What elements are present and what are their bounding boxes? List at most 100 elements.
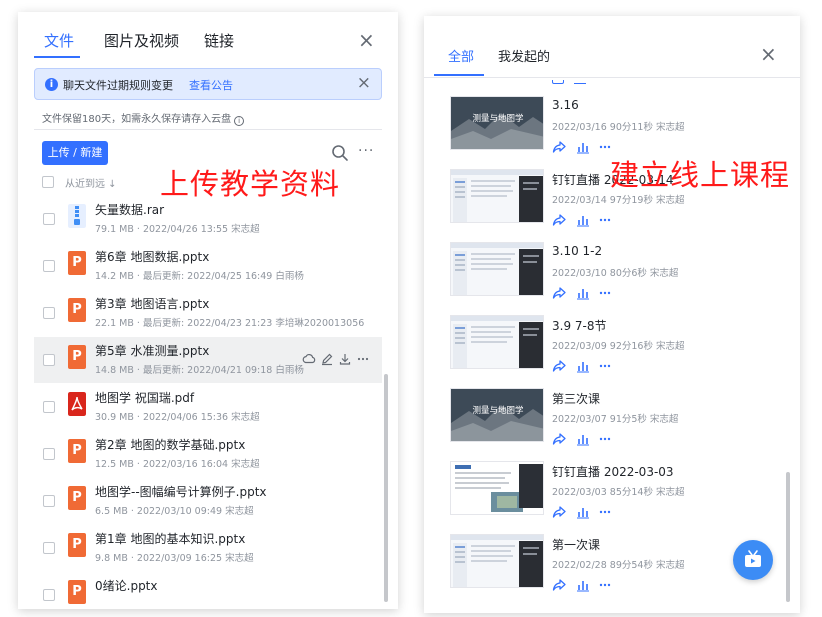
statistics-icon[interactable] — [576, 359, 590, 373]
file-checkbox[interactable] — [43, 260, 55, 272]
expiry-notice-banner: i 聊天文件过期规则变更 查看公告 × — [34, 68, 382, 100]
recording-title[interactable]: 第一次课 — [552, 536, 600, 553]
statistics-icon[interactable] — [576, 213, 590, 227]
file-checkbox[interactable] — [43, 354, 55, 366]
recording-thumbnail[interactable] — [450, 169, 544, 223]
scrollbar[interactable] — [384, 374, 388, 602]
recording-row[interactable]: 第一次课 2022/02/28 89分54秒 宋志超 — [450, 534, 780, 604]
recording-thumbnail[interactable] — [450, 534, 544, 588]
file-row[interactable]: P 第2章 地图的数学基础.pptx 12.5 MB · 2022/03/16 16… — [34, 431, 382, 477]
pptx-file-icon: P — [68, 439, 86, 463]
more-options-icon[interactable] — [598, 213, 612, 227]
scrollbar[interactable] — [786, 472, 790, 602]
recording-row[interactable]: 3.10 1-2 2022/03/10 80分6秒 宋志超 — [450, 242, 780, 312]
file-row[interactable]: P 地图学--图幅编号计算例子.pptx 6.5 MB · 2022/03/10 0… — [34, 478, 382, 524]
recording-meta: 2022/03/16 90分11秒 宋志超 — [552, 122, 685, 133]
view-announcement-link[interactable]: 查看公告 — [189, 77, 233, 93]
file-checkbox[interactable] — [43, 542, 55, 554]
recording-row[interactable]: 3.9 7-8节 2022/03/09 92分16秒 宋志超 — [450, 315, 780, 385]
video-thumbnail-screen — [451, 170, 543, 222]
more-options-icon[interactable] — [598, 359, 612, 373]
active-tab-underline — [434, 74, 484, 76]
recording-thumbnail[interactable] — [450, 315, 544, 369]
recording-thumbnail[interactable]: 测量与地图学 — [450, 388, 544, 442]
file-checkbox[interactable] — [43, 495, 55, 507]
statistics-icon[interactable] — [576, 578, 590, 592]
video-thumbnail-document — [451, 462, 543, 514]
save-to-cloud-icon[interactable] — [302, 352, 316, 366]
select-all-checkbox[interactable] — [42, 176, 54, 188]
overlay-caption-course: 建立线上课程 — [610, 158, 791, 192]
file-name[interactable]: 地图学 祝国瑞.pdf — [95, 389, 194, 406]
file-checkbox[interactable] — [43, 589, 55, 601]
share-icon[interactable] — [552, 578, 566, 592]
tab-all[interactable]: 全部 — [448, 46, 474, 65]
recording-panel: 全部 我发起的 × 测量与地图学 3.16 2022/03/16 90分11秒 宋志… — [424, 16, 800, 613]
more-options-icon[interactable] — [598, 505, 612, 519]
more-options-icon[interactable] — [598, 432, 612, 446]
recording-thumbnail[interactable] — [450, 242, 544, 296]
file-name[interactable]: 第1章 地图的基本知识.pptx — [95, 530, 245, 547]
tab-files[interactable]: 文件 — [44, 30, 74, 51]
more-options-icon[interactable] — [356, 352, 370, 366]
sort-order-toggle[interactable]: 从近到远 ↓ — [65, 175, 117, 190]
statistics-icon[interactable] — [576, 432, 590, 446]
recording-title[interactable]: 第三次课 — [552, 390, 600, 407]
more-options-icon[interactable] — [598, 578, 612, 592]
file-name[interactable]: 第2章 地图的数学基础.pptx — [95, 436, 245, 453]
statistics-icon[interactable] — [576, 140, 590, 154]
notice-close-icon[interactable]: × — [357, 73, 371, 93]
download-icon[interactable] — [338, 352, 352, 366]
file-row[interactable]: P 第5章 水准测量.pptx 14.8 MB · 最后更新: 2022/04/21… — [34, 337, 382, 383]
file-panel: 文件 图片及视频 链接 × i 聊天文件过期规则变更 查看公告 × 文件保留18… — [18, 12, 398, 609]
info-circle-icon[interactable]: i — [234, 116, 245, 126]
recording-title[interactable]: 3.10 1-2 — [552, 244, 602, 258]
file-row[interactable]: P 第3章 地图语言.pptx 22.1 MB · 最后更新: 2022/04/23… — [34, 290, 382, 336]
file-row[interactable]: 地图学 祝国瑞.pdf 30.9 MB · 2022/04/06 15:36 宋志… — [34, 384, 382, 430]
file-name[interactable]: 第5章 水准测量.pptx — [95, 342, 209, 359]
video-thumbnail-landscape: 测量与地图学 — [451, 97, 543, 149]
file-row[interactable]: P 第6章 地图数据.pptx 14.2 MB · 最后更新: 2022/04/25… — [34, 243, 382, 289]
tab-links[interactable]: 链接 — [204, 30, 234, 51]
file-name[interactable]: 矢量数据.rar — [95, 201, 164, 218]
recording-title[interactable]: 3.9 7-8节 — [552, 317, 607, 334]
more-options-icon[interactable]: ··· — [358, 143, 374, 159]
file-row[interactable]: P 0绪论.pptx — [34, 572, 382, 609]
file-name[interactable]: 0绪论.pptx — [95, 577, 158, 594]
edit-pencil-icon[interactable] — [320, 352, 334, 366]
file-checkbox[interactable] — [43, 448, 55, 460]
file-name[interactable]: 第3章 地图语言.pptx — [95, 295, 209, 312]
recording-title[interactable]: 钉钉直播 2022-03-03 — [552, 463, 674, 480]
share-icon[interactable] — [552, 432, 566, 446]
file-row[interactable]: P 第1章 地图的基本知识.pptx 9.8 MB · 2022/03/09 16:… — [34, 525, 382, 571]
more-options-icon[interactable] — [598, 286, 612, 300]
tab-images-videos[interactable]: 图片及视频 — [104, 30, 179, 51]
recording-thumbnail[interactable] — [450, 461, 544, 515]
live-stream-button[interactable] — [733, 540, 773, 580]
notice-text: 聊天文件过期规则变更 — [63, 79, 173, 92]
file-checkbox[interactable] — [43, 401, 55, 413]
search-icon[interactable] — [330, 143, 350, 163]
share-icon[interactable] — [552, 505, 566, 519]
active-tab-underline — [34, 56, 80, 58]
recording-title[interactable]: 3.16 — [552, 98, 579, 112]
share-icon[interactable] — [552, 213, 566, 227]
file-name[interactable]: 地图学--图幅编号计算例子.pptx — [95, 483, 267, 500]
close-icon[interactable]: × — [760, 44, 777, 64]
recording-thumbnail[interactable]: 测量与地图学 — [450, 96, 544, 150]
upload-new-button[interactable]: 上传 / 新建 — [42, 141, 108, 165]
share-icon[interactable] — [552, 359, 566, 373]
close-icon[interactable]: × — [358, 30, 375, 50]
share-icon[interactable] — [552, 140, 566, 154]
statistics-icon[interactable] — [576, 505, 590, 519]
file-checkbox[interactable] — [43, 307, 55, 319]
recording-row[interactable]: 钉钉直播 2022-03-03 2022/03/03 85分14秒 宋志超 — [450, 461, 780, 531]
recording-row[interactable]: 测量与地图学 第三次课 2022/03/07 91分5秒 宋志超 — [450, 388, 780, 458]
share-icon[interactable] — [552, 286, 566, 300]
file-meta: 14.2 MB · 最后更新: 2022/04/25 16:49 白雨杨 — [95, 271, 304, 282]
video-thumbnail-screen — [451, 316, 543, 368]
statistics-icon[interactable] — [576, 286, 590, 300]
tab-initiated-by-me[interactable]: 我发起的 — [498, 46, 550, 65]
file-checkbox[interactable] — [43, 213, 55, 225]
file-name[interactable]: 第6章 地图数据.pptx — [95, 248, 209, 265]
